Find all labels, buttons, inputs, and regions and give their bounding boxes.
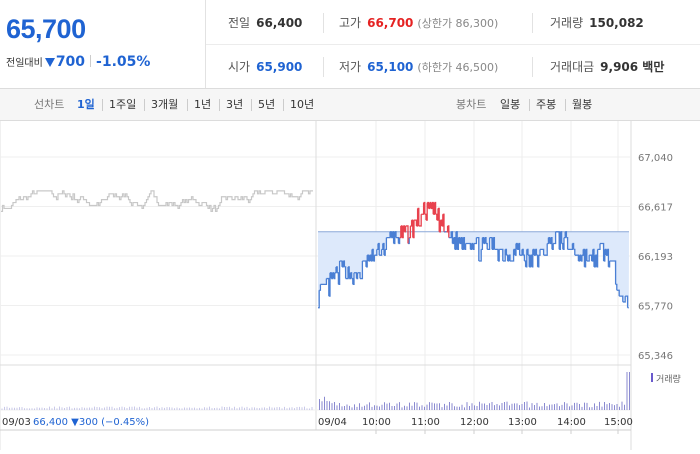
price-change: 전일대비 700 -1.05% bbox=[6, 54, 150, 70]
volume-label: 거래량 bbox=[550, 16, 584, 30]
divider bbox=[144, 99, 145, 111]
divider bbox=[565, 99, 566, 111]
divider bbox=[529, 99, 530, 111]
high-label: 고가 bbox=[339, 16, 362, 30]
period-tab-1y[interactable]: 1년 bbox=[194, 89, 211, 120]
candle-tab-daily[interactable]: 일봉 bbox=[500, 89, 520, 120]
divider bbox=[323, 13, 324, 33]
divider bbox=[283, 99, 284, 111]
divider bbox=[251, 99, 252, 111]
today-price-above-ref-line bbox=[399, 201, 450, 244]
divider bbox=[90, 55, 92, 67]
period-tab-1d[interactable]: 1일 bbox=[77, 89, 95, 120]
open-price: 시가 65,900 bbox=[228, 44, 302, 88]
volume-legend-label: 거래량 bbox=[656, 373, 681, 385]
stats-grid: 전일 66,400 고가 66,700 (상한가 86,300) 거래량 150,082… bbox=[206, 0, 700, 88]
stats-row-2: 시가 65,900 저가 65,100 (하한가 46,500) 거래대금 9,906 … bbox=[206, 44, 700, 88]
price-box: 65,700 전일대비 700 -1.05% bbox=[0, 0, 206, 88]
period-tab-1w[interactable]: 1주일 bbox=[109, 89, 136, 120]
x-tick-label: 12:00 bbox=[460, 417, 489, 428]
divider bbox=[532, 13, 533, 33]
volume-legend-swatch bbox=[651, 373, 653, 382]
divider bbox=[323, 57, 324, 77]
line-chart-label: 선차트 bbox=[34, 98, 65, 111]
change-label: 전일대비 bbox=[6, 58, 43, 69]
divider bbox=[219, 99, 220, 111]
current-price: 65,700 bbox=[6, 14, 86, 44]
open-value: 65,900 bbox=[256, 60, 303, 74]
stats-row-1: 전일 66,400 고가 66,700 (상한가 86,300) 거래량 150,082 bbox=[206, 0, 700, 45]
low-value: 65,100 bbox=[367, 60, 414, 74]
x-tick-label: 15:00 bbox=[604, 417, 633, 428]
change-percent: -1.05% bbox=[96, 54, 151, 70]
period-tab-5y[interactable]: 5년 bbox=[258, 89, 275, 120]
high-price: 고가 66,700 (상한가 86,300) bbox=[339, 0, 498, 44]
intraday-chart: 67,040 66,617 66,193 65,770 65,346 거래량 09/03 66… bbox=[0, 121, 700, 450]
low-price: 저가 65,100 (하한가 46,500) bbox=[339, 44, 498, 88]
trade-value-label: 거래대금 bbox=[550, 60, 595, 74]
chart-toolbar: 선차트 1일 1주일 3개월 1년 3년 5년 10년 봉차트 일봉 주봉 월봉 bbox=[0, 89, 700, 121]
period-tab-10y[interactable]: 10년 bbox=[290, 89, 314, 120]
y-tick-label: 65,346 bbox=[638, 351, 673, 362]
period-tab-3m[interactable]: 3개월 bbox=[151, 89, 178, 120]
prev-close-value: 66,400 bbox=[256, 16, 303, 30]
high-value: 66,700 bbox=[367, 16, 414, 30]
trade-value-amount: 9,906 백만 bbox=[600, 60, 665, 74]
prev-date-label: 09/03 bbox=[2, 417, 31, 428]
y-tick-label: 67,040 bbox=[638, 153, 673, 164]
divider bbox=[187, 99, 188, 111]
x-tick-label: 13:00 bbox=[508, 417, 537, 428]
period-tab-3y[interactable]: 3년 bbox=[226, 89, 243, 120]
x-tick-label: 14:00 bbox=[557, 417, 586, 428]
prev-close-label: 전일 bbox=[228, 16, 251, 30]
volume: 거래량 150,082 bbox=[550, 0, 644, 44]
divider bbox=[532, 57, 533, 77]
lower-limit: (하한가 46,500) bbox=[417, 61, 499, 74]
prev-close: 전일 66,400 bbox=[228, 0, 302, 44]
open-label: 시가 bbox=[228, 60, 251, 74]
x-tick-label: 10:00 bbox=[362, 417, 391, 428]
trade-value: 거래대금 9,906 백만 bbox=[550, 44, 664, 88]
prev-day-summary: 66,400 ▼300 (−0.45%) bbox=[33, 417, 149, 428]
x-tick-label: 11:00 bbox=[411, 417, 440, 428]
today-date-label: 09/04 bbox=[318, 417, 347, 428]
volume-value: 150,082 bbox=[589, 16, 644, 30]
y-tick-label: 66,193 bbox=[638, 252, 673, 263]
upper-limit: (상한가 86,300) bbox=[417, 17, 499, 30]
candle-tab-weekly[interactable]: 주봉 bbox=[536, 89, 556, 120]
candle-chart-label: 봉차트 bbox=[456, 98, 487, 111]
price-chart-svg: 67,040 66,617 66,193 65,770 65,346 거래량 09/03 66… bbox=[0, 121, 681, 450]
down-triangle-icon bbox=[44, 58, 55, 67]
low-label: 저가 bbox=[339, 60, 362, 74]
prev-day-price-line bbox=[1, 190, 313, 212]
y-tick-label: 65,770 bbox=[638, 302, 673, 313]
candle-tab-monthly[interactable]: 월봉 bbox=[572, 89, 592, 120]
change-amount: 700 bbox=[55, 54, 86, 70]
stock-summary: 65,700 전일대비 700 -1.05% 전일 66,400 고가 66,700 (상… bbox=[0, 0, 700, 89]
y-tick-label: 66,617 bbox=[638, 203, 673, 214]
divider bbox=[102, 99, 103, 111]
